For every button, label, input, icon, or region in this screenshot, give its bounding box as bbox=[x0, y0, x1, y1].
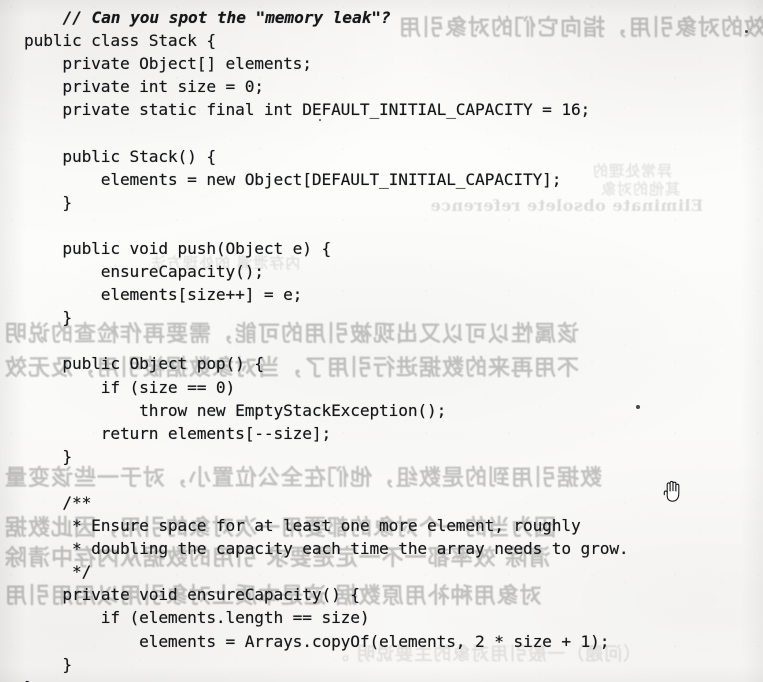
scan-speck bbox=[319, 119, 321, 121]
code-line: public void push(Object e) { bbox=[24, 238, 332, 258]
code-line: */ bbox=[24, 562, 92, 582]
code-line: return elements[--size]; bbox=[24, 423, 332, 443]
code-line: * doubling the capacity each time the ar… bbox=[24, 539, 629, 559]
code-line: public Object pop() { bbox=[24, 354, 264, 374]
code-line: elements = Arrays.copyOf(elements, 2 * s… bbox=[24, 631, 610, 651]
code-line: } bbox=[24, 676, 744, 682]
code-line: * Ensure space for at least one more ele… bbox=[24, 516, 581, 536]
code-line: } bbox=[24, 192, 72, 212]
code-line: private int size = 0; bbox=[24, 77, 264, 97]
code-line: private Object[] elements; bbox=[24, 54, 312, 74]
code-line: if (size == 0) bbox=[24, 377, 236, 397]
code-line: // Can you spot the "memory leak"? bbox=[24, 8, 391, 27]
code-line: } bbox=[24, 308, 72, 328]
code-line: elements = new Object[DEFAULT_INITIAL_CA… bbox=[24, 169, 562, 189]
code-line: elements[size++] = e; bbox=[24, 285, 303, 305]
code-line: ensureCapacity(); bbox=[24, 262, 264, 282]
code-line: } bbox=[24, 654, 72, 674]
code-line: public Stack() { bbox=[24, 146, 216, 166]
code-line: private void ensureCapacity() { bbox=[24, 585, 360, 605]
code-listing: // Can you spot the "memory leak"? public… bbox=[24, 6, 744, 682]
scan-speck bbox=[745, 30, 748, 33]
scanned-page: 一个无效的对象引用，指向它们的对象引用异常处理的其他的对象Eliminate o… bbox=[0, 0, 763, 682]
scan-speck bbox=[636, 405, 640, 409]
code-line: if (elements.length == size) bbox=[24, 608, 370, 628]
code-line: public class Stack { bbox=[24, 31, 216, 51]
code-line: /** bbox=[24, 492, 92, 512]
code-line: throw new EmptyStackException(); bbox=[24, 400, 447, 420]
code-line: } bbox=[24, 446, 72, 466]
code-line: private static final int DEFAULT_INITIAL… bbox=[24, 100, 591, 120]
